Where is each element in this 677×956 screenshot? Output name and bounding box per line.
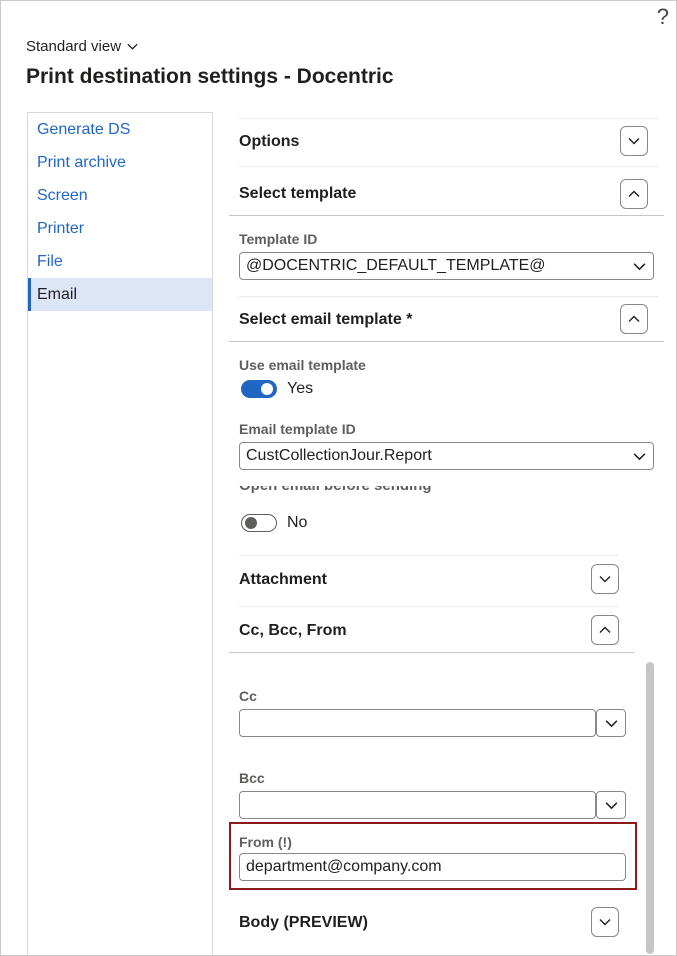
- help-icon[interactable]: ?: [657, 4, 669, 30]
- select-email-template-collapse-button[interactable]: [620, 304, 648, 334]
- use-email-template-label: Use email template: [239, 357, 366, 373]
- email-template-id-value: CustCollectionJour.Report: [246, 447, 432, 464]
- destination-nav: Generate DS Print archive Screen Printer…: [27, 112, 213, 955]
- template-id-label: Template ID: [239, 231, 318, 247]
- template-id-select[interactable]: @DOCENTRIC_DEFAULT_TEMPLATE@: [239, 252, 654, 280]
- cc-dropdown-button[interactable]: [596, 709, 626, 737]
- use-email-template-row: Yes: [241, 380, 313, 398]
- cc-bcc-from-collapse-button[interactable]: [591, 615, 619, 645]
- section-attachment-title[interactable]: Attachment: [239, 571, 327, 589]
- use-email-template-toggle[interactable]: [241, 380, 277, 398]
- section-body-title[interactable]: Body (PREVIEW): [239, 914, 368, 932]
- section-options-title[interactable]: Options: [239, 133, 299, 151]
- nav-item-screen[interactable]: Screen: [28, 179, 212, 212]
- vertical-scrollbar[interactable]: [646, 662, 654, 954]
- options-expand-button[interactable]: [620, 126, 648, 156]
- nav-item-file[interactable]: File: [28, 245, 212, 278]
- chevron-down-icon: [599, 919, 611, 926]
- chevron-down-icon: [599, 576, 611, 583]
- divider: [239, 166, 659, 167]
- divider: [229, 215, 664, 216]
- chevron-down-icon: [633, 263, 646, 271]
- cc-input[interactable]: [239, 709, 596, 737]
- open-email-toggle[interactable]: [241, 514, 277, 532]
- chevron-down-icon: [633, 453, 646, 461]
- from-label: From (!): [239, 834, 292, 850]
- open-email-label: Open email before sending: [239, 486, 432, 496]
- section-cc-bcc-from-title[interactable]: Cc, Bcc, From: [239, 622, 347, 640]
- chevron-up-icon: [628, 190, 640, 197]
- select-template-collapse-button[interactable]: [620, 179, 648, 209]
- chevron-down-icon: [628, 138, 640, 145]
- cc-label: Cc: [239, 688, 257, 704]
- bcc-input[interactable]: [239, 791, 596, 819]
- email-template-id-label: Email template ID: [239, 421, 356, 437]
- divider: [229, 341, 664, 342]
- use-email-template-value: Yes: [287, 380, 314, 397]
- section-select-template-title[interactable]: Select template: [239, 185, 356, 203]
- divider: [239, 606, 619, 607]
- nav-item-email[interactable]: Email: [28, 278, 212, 311]
- email-template-id-select[interactable]: CustCollectionJour.Report: [239, 442, 654, 470]
- nav-item-print-archive[interactable]: Print archive: [28, 146, 212, 179]
- view-selector[interactable]: Standard view: [26, 38, 139, 55]
- chevron-down-icon: [605, 719, 617, 727]
- open-email-value: No: [287, 514, 308, 531]
- bcc-dropdown-button[interactable]: [596, 791, 626, 819]
- chevron-up-icon: [599, 626, 611, 633]
- view-label: Standard view: [26, 38, 122, 55]
- divider: [239, 296, 659, 297]
- chevron-down-icon: [127, 43, 138, 50]
- from-input[interactable]: department@company.com: [239, 853, 626, 881]
- bcc-label: Bcc: [239, 770, 265, 786]
- section-select-email-template-title[interactable]: Select email template *: [239, 311, 412, 329]
- chevron-down-icon: [605, 801, 617, 809]
- open-email-row: No: [241, 514, 307, 532]
- divider: [239, 555, 619, 556]
- divider: [229, 652, 634, 653]
- chevron-up-icon: [628, 315, 640, 322]
- template-id-value: @DOCENTRIC_DEFAULT_TEMPLATE@: [246, 257, 546, 274]
- settings-panel: Options Select template Template ID @DOC…: [229, 112, 665, 954]
- nav-item-printer[interactable]: Printer: [28, 212, 212, 245]
- divider: [239, 118, 659, 119]
- nav-item-generate-ds[interactable]: Generate DS: [28, 113, 212, 146]
- page-title: Print destination settings - Docentric: [26, 65, 394, 88]
- body-expand-button[interactable]: [591, 907, 619, 937]
- attachment-expand-button[interactable]: [591, 564, 619, 594]
